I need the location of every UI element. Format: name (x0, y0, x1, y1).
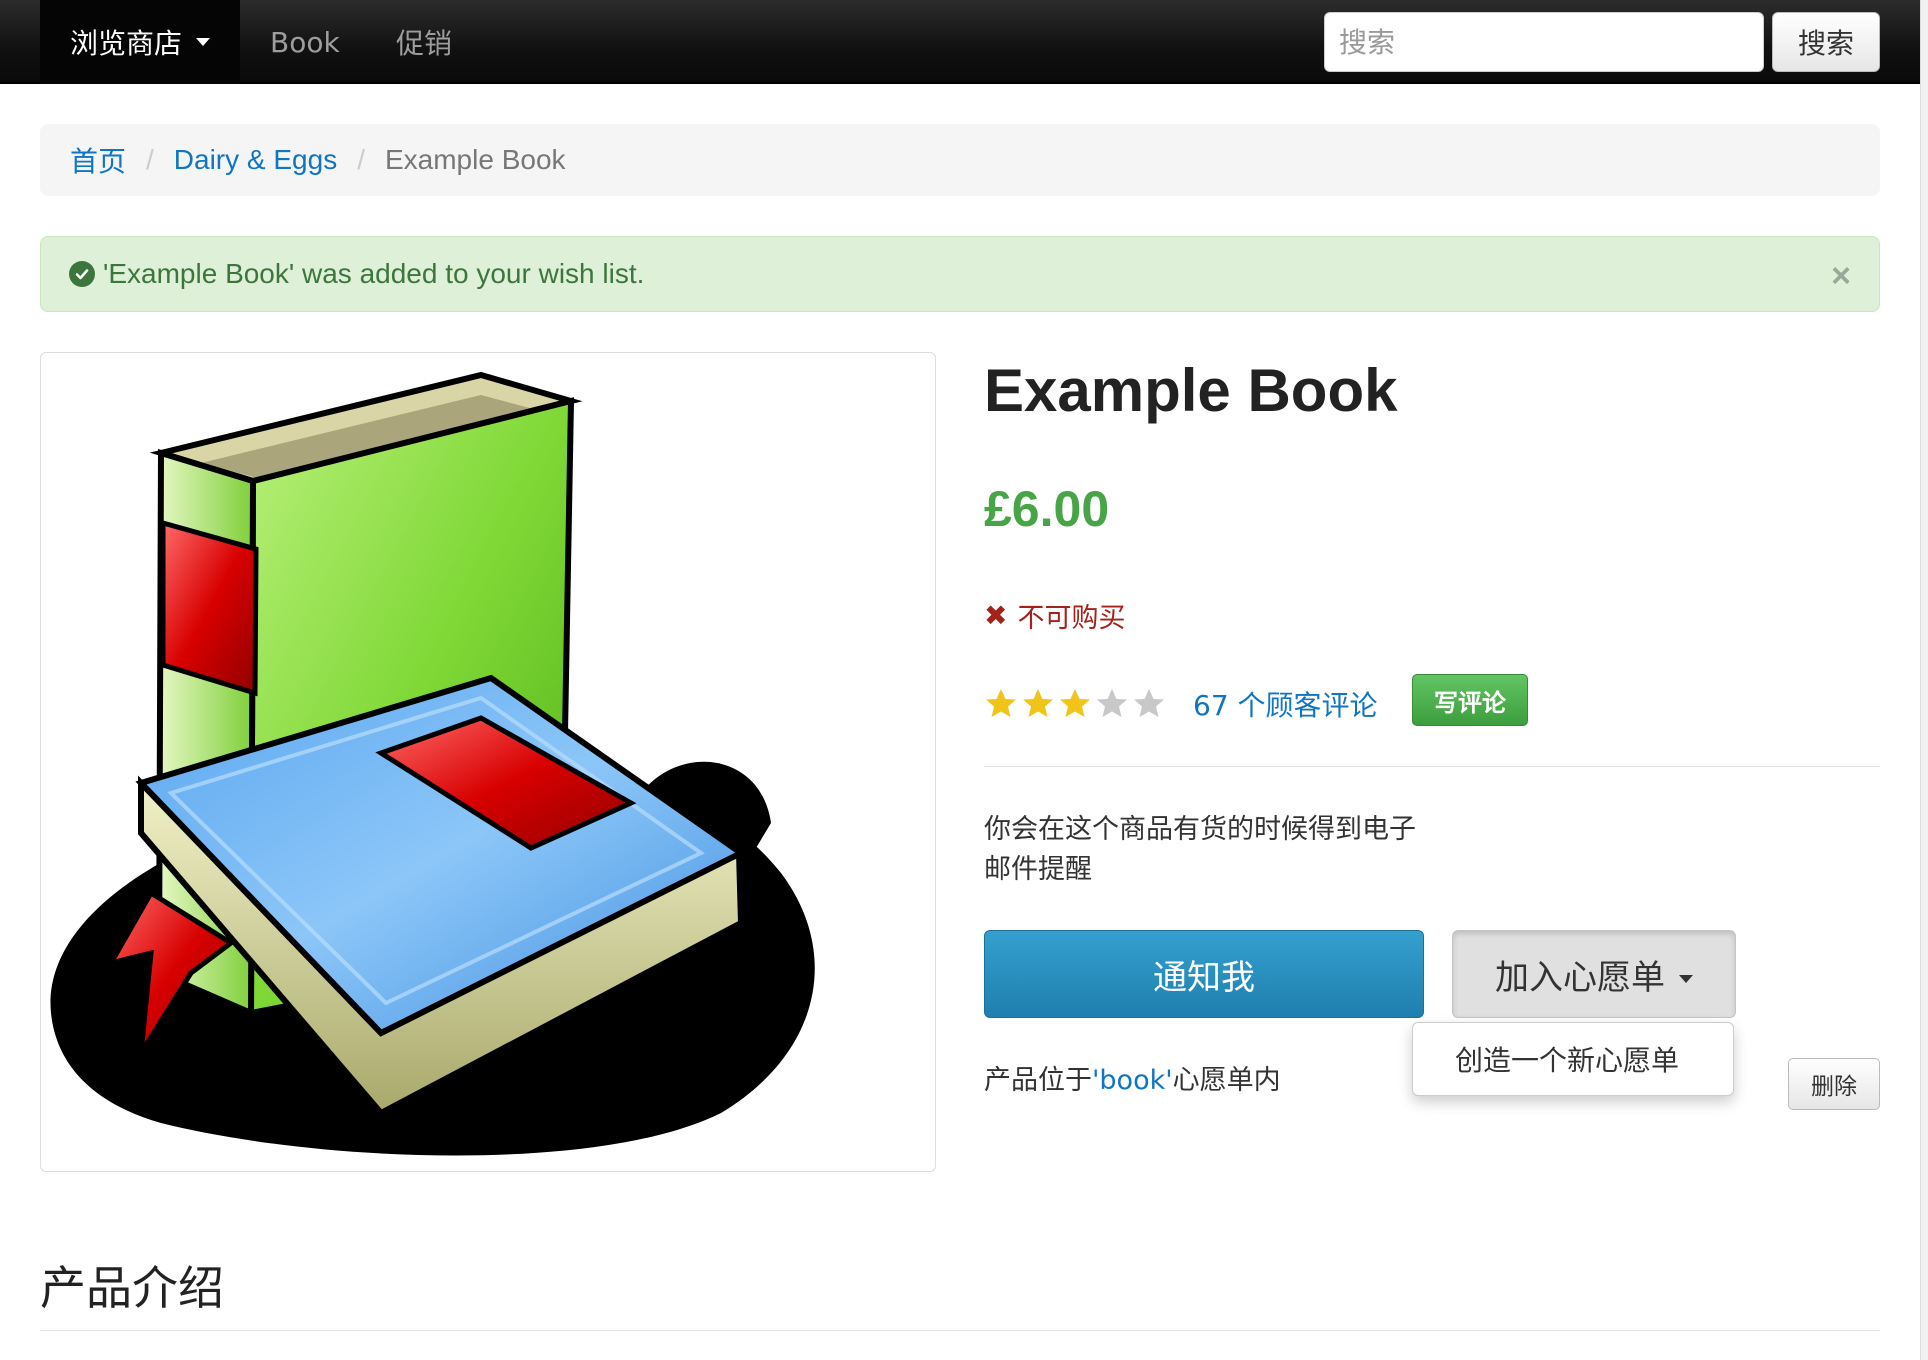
caret-down-icon (196, 38, 211, 46)
star-icon (1134, 689, 1164, 717)
star-icon (1097, 689, 1127, 717)
browse-store-dropdown[interactable]: 浏览商店 (40, 0, 240, 84)
browse-store-label: 浏览商店 (70, 27, 183, 60)
window-edge (1920, 0, 1928, 1360)
breadcrumb-separator: / (357, 144, 365, 175)
availability-status: ✖ 不可购买 (984, 596, 1125, 635)
caret-down-icon (1679, 975, 1693, 983)
wishlist-link[interactable]: 'book' (1092, 1065, 1173, 1096)
top-navbar: 浏览商店 Book 促销 搜索 (0, 0, 1920, 84)
rating-row: 67 个顾客评论 (984, 676, 1378, 732)
in-wishlist-suffix: 心愿单内 (1172, 1065, 1281, 1096)
breadcrumb-current: Example Book (384, 144, 566, 175)
alert-message: 'Example Book' was added to your wish li… (103, 258, 645, 289)
book-illustration-icon (50, 371, 815, 1156)
star-icon (986, 689, 1016, 717)
close-icon[interactable]: × (1831, 257, 1851, 296)
notify-me-button[interactable]: 通知我 (984, 930, 1424, 1018)
notify-description: 你会在这个商品有货的时候得到电子邮件提醒 (984, 814, 1416, 885)
search-input[interactable] (1324, 12, 1764, 72)
success-alert: 'Example Book' was added to your wish li… (40, 236, 1880, 312)
star-icon (1023, 689, 1053, 717)
breadcrumb-home-link[interactable]: 首页 (70, 140, 126, 180)
reviews-link[interactable]: 67 个顾客评论 (1193, 684, 1378, 724)
breadcrumb-category-link[interactable]: Dairy & Eggs (174, 144, 337, 176)
delete-from-wishlist-button[interactable]: 删除 (1788, 1058, 1880, 1110)
star-rating (984, 687, 1169, 721)
description-heading: 产品介绍 (40, 1261, 224, 1315)
product-image[interactable] (40, 352, 936, 1172)
add-to-wishlist-button[interactable]: 加入心愿单 (1452, 930, 1736, 1018)
check-circle-icon (69, 261, 95, 287)
write-review-button[interactable]: 写评论 (1412, 674, 1528, 726)
divider (40, 1330, 1880, 1331)
create-new-wishlist-item[interactable]: 创造一个新心愿单 (1413, 1039, 1679, 1079)
wishlist-dropdown-menu: 创造一个新心愿单 (1412, 1022, 1734, 1096)
star-icon (1060, 689, 1090, 717)
in-wishlist-prefix: 产品位于 (984, 1065, 1092, 1096)
search-button[interactable]: 搜索 (1772, 12, 1880, 72)
product-title: Example Book (984, 357, 1398, 424)
divider (984, 766, 1880, 767)
add-to-wishlist-label: 加入心愿单 (1495, 957, 1665, 998)
product-price: £6.00 (984, 481, 1110, 537)
x-mark-icon: ✖ (984, 599, 1008, 632)
breadcrumb-separator: / (146, 144, 154, 175)
nav-link-promotions[interactable]: 促销 (396, 0, 452, 84)
nav-link-book[interactable]: Book (270, 0, 340, 84)
in-wishlist-note: 产品位于'book'心愿单内 (984, 1058, 1281, 1097)
breadcrumb: 首页 / Dairy & Eggs / Example Book (40, 124, 1880, 196)
availability-label: 不可购买 (1017, 603, 1126, 634)
